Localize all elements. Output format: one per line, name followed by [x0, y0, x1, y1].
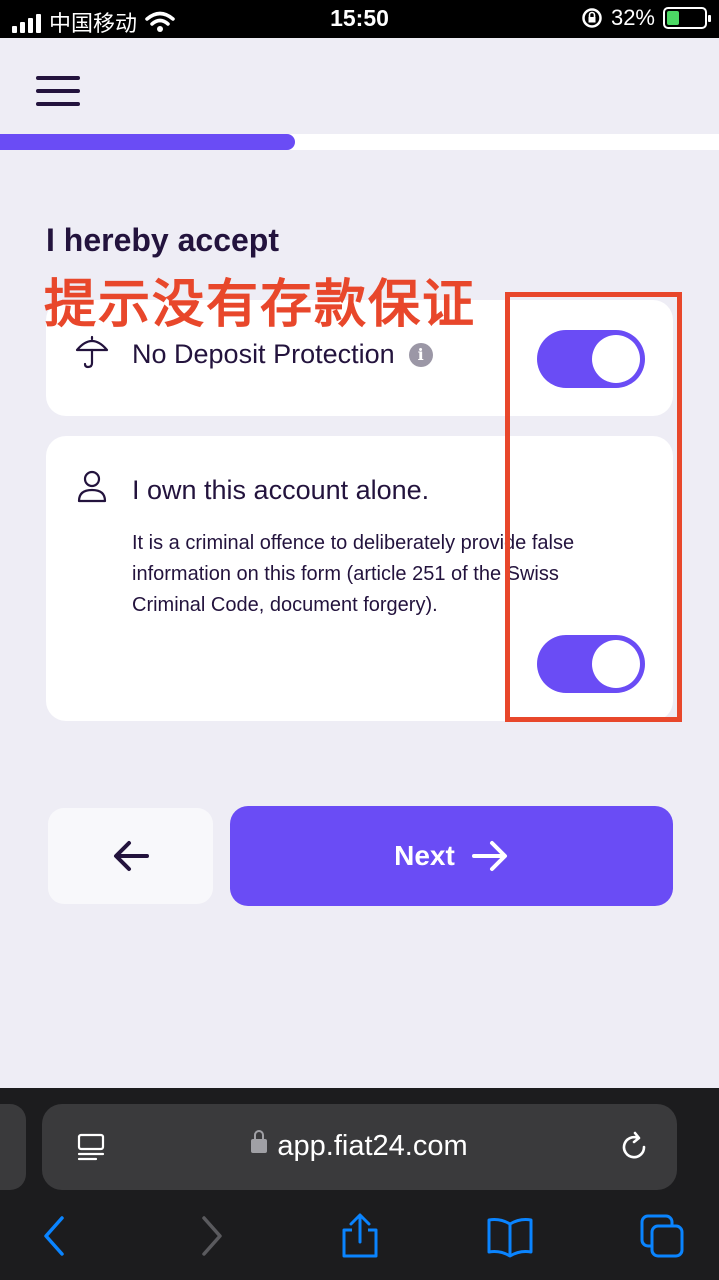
previous-tab-peek[interactable] — [0, 1104, 26, 1190]
orientation-lock-icon — [582, 8, 602, 28]
arrow-left-icon — [113, 841, 149, 871]
battery-icon — [663, 7, 711, 29]
back-button[interactable] — [48, 808, 213, 904]
browser-back-icon[interactable] — [32, 1212, 80, 1260]
ownership-title: I own this account alone. — [132, 475, 430, 505]
share-icon[interactable] — [336, 1212, 384, 1260]
status-bar: 中国移动 15:50 32% — [0, 0, 719, 38]
address-bar[interactable]: app.fiat24.com — [42, 1104, 677, 1190]
lock-icon — [251, 1130, 268, 1153]
info-icon[interactable]: i — [408, 342, 433, 367]
page-title: I hereby accept — [46, 222, 279, 258]
next-button-label: Next — [394, 840, 455, 871]
annotation-highlight-box — [505, 292, 682, 722]
annotation-text: 提示没有存款保证 — [44, 275, 477, 335]
url-text: app.fiat24.com — [277, 1130, 468, 1162]
bookmarks-icon[interactable] — [486, 1212, 534, 1260]
umbrella-icon — [75, 335, 109, 369]
tabs-icon[interactable] — [638, 1212, 686, 1260]
deposit-protection-title: No Deposit Protection i — [132, 339, 433, 370]
app-header — [0, 38, 719, 138]
deposit-protection-label: No Deposit Protection — [132, 339, 395, 369]
reload-icon[interactable] — [617, 1130, 651, 1164]
battery-percentage: 32% — [610, 5, 655, 30]
hamburger-menu-icon[interactable] — [36, 76, 80, 108]
user-icon — [77, 470, 107, 503]
progress-bar — [0, 134, 295, 150]
arrow-right-icon — [471, 841, 507, 871]
browser-forward-icon[interactable] — [186, 1212, 234, 1260]
next-button[interactable]: Next — [230, 806, 673, 906]
